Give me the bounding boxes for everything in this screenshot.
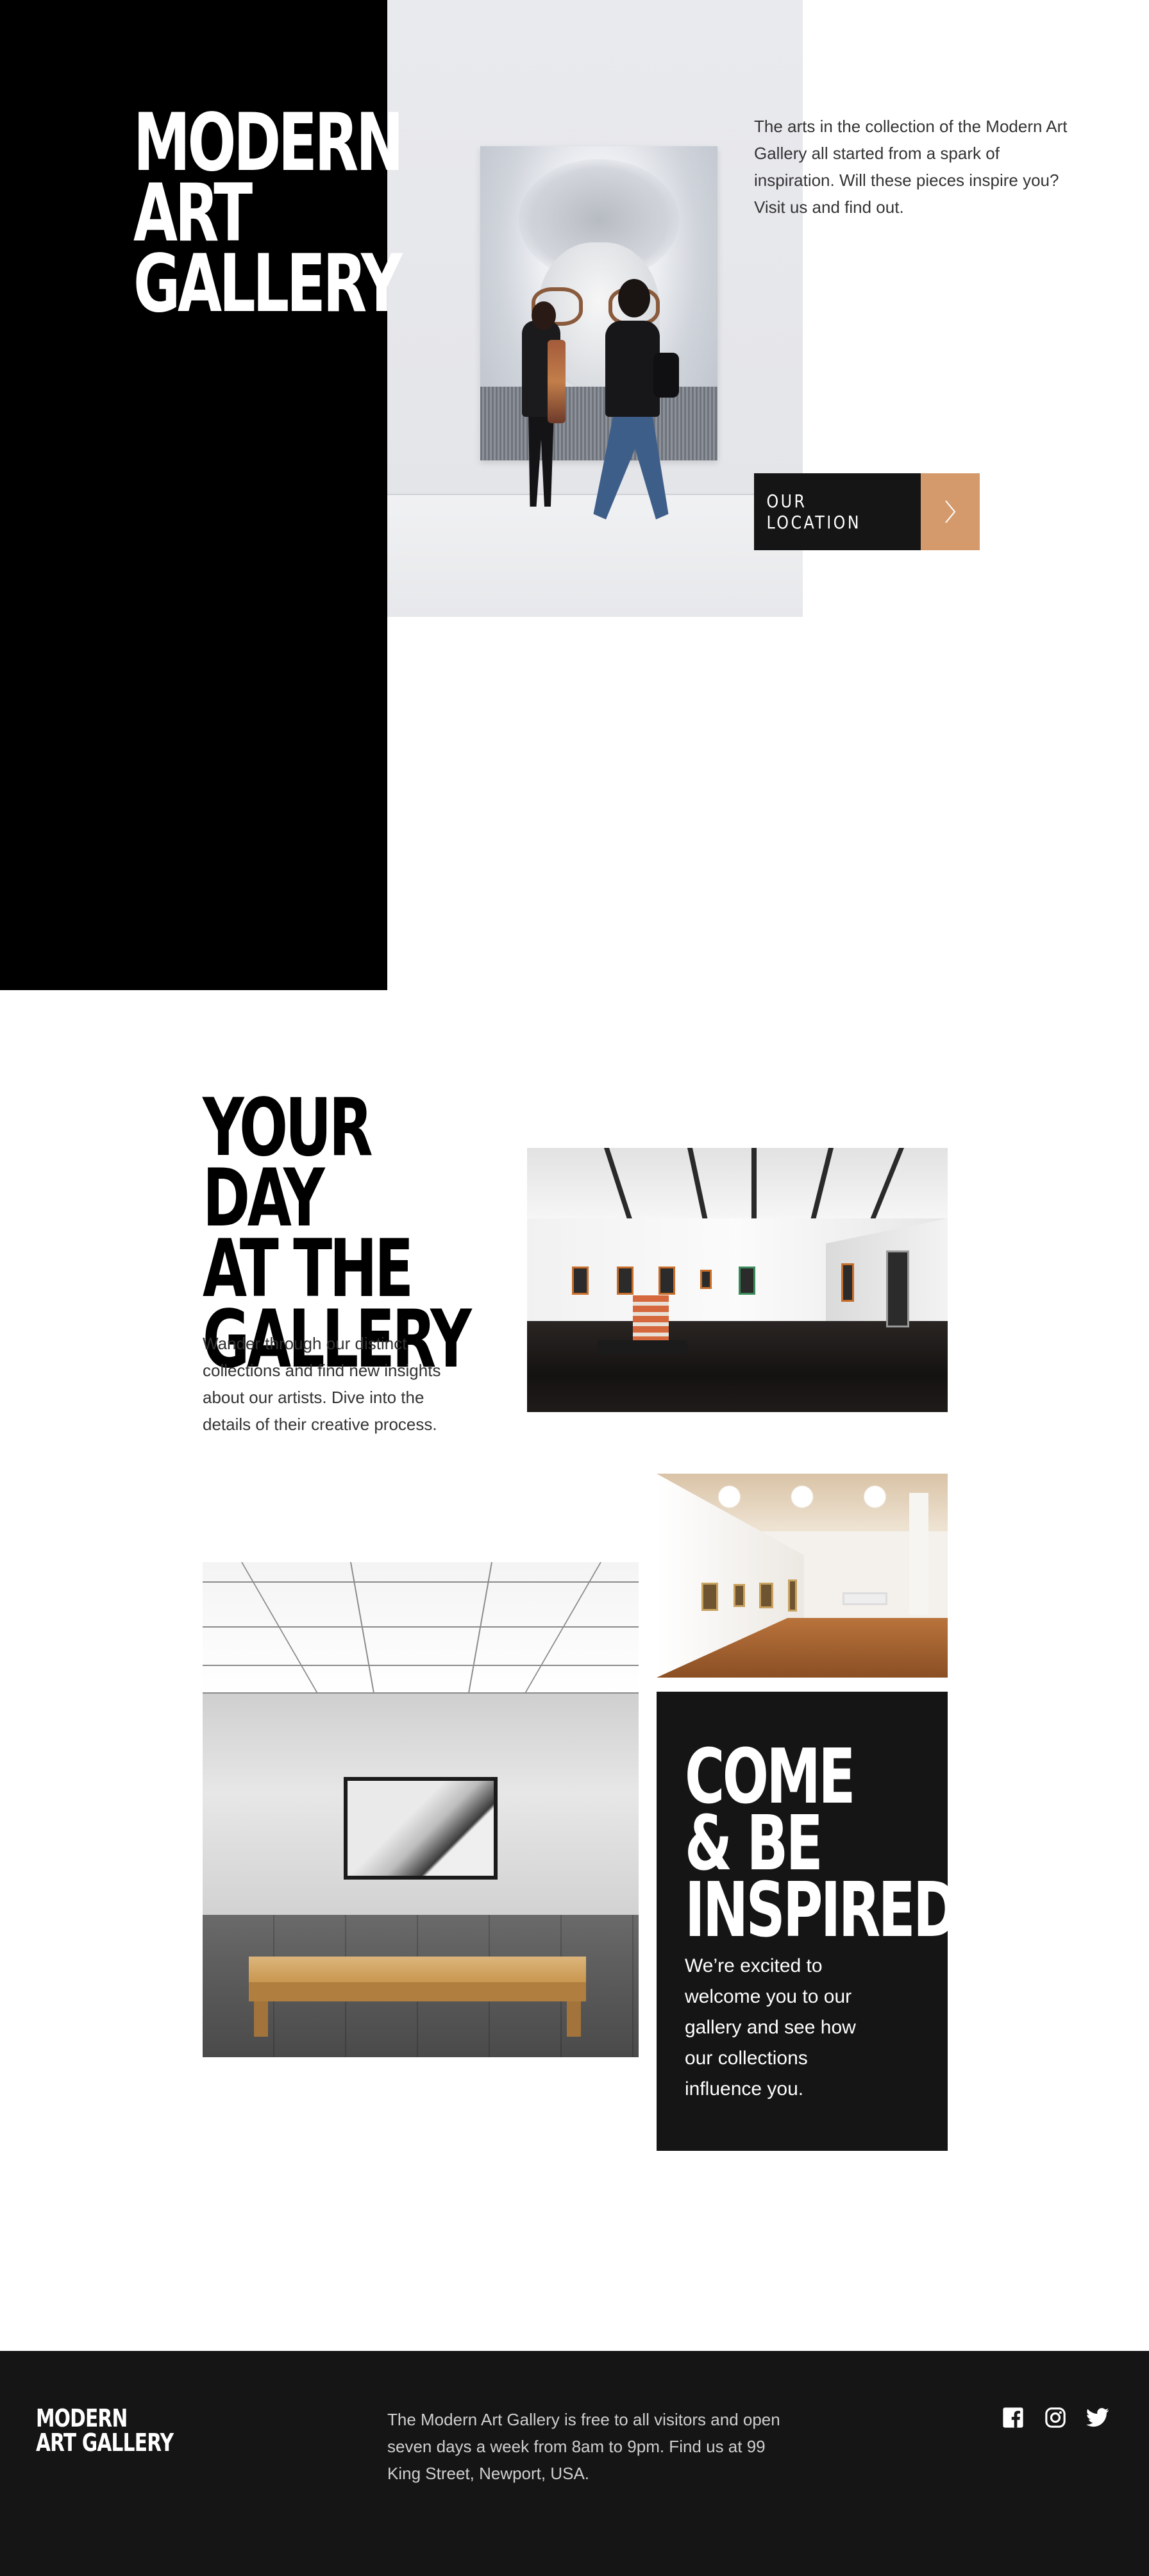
instagram-icon[interactable] xyxy=(1043,2405,1068,2430)
your-day-description: Wander through our distinct collections … xyxy=(203,1334,441,1434)
gallery-photo-dark-floor xyxy=(527,1148,948,1412)
inspired-description: We’re excited to welcome you to our gall… xyxy=(685,1955,856,2100)
come-be-inspired-card: COME & BE INSPIRED We’re excited to welc… xyxy=(657,1692,959,2151)
social-links xyxy=(1000,2405,1111,2430)
our-location-button[interactable]: OUR LOCATION xyxy=(754,473,980,550)
hero-description: The arts in the collection of the Modern… xyxy=(754,117,1068,217)
logo-line: MODERN xyxy=(36,2404,128,2432)
footer-info-text: The Modern Art Gallery is free to all vi… xyxy=(387,2410,780,2483)
logo-line: ART GALLERY xyxy=(36,2429,174,2457)
twitter-icon[interactable] xyxy=(1085,2405,1111,2430)
gallery-photo-warm-hall xyxy=(657,1474,948,1678)
section-title-inspired: COME & BE INSPIRED xyxy=(685,1738,959,1954)
our-location-label: OUR LOCATION xyxy=(754,473,921,550)
gallery-photo-bench-room xyxy=(203,1562,639,2057)
title-line: ART GALLERY xyxy=(133,167,403,330)
page-title: MODERN ART GALLERY xyxy=(133,103,457,330)
facebook-icon[interactable] xyxy=(1000,2405,1026,2430)
title-line: INSPIRED xyxy=(685,1865,959,1954)
framed-artwork xyxy=(344,1777,498,1880)
footer-logo[interactable]: MODERN ART GALLERY xyxy=(36,2406,186,2455)
chevron-right-icon xyxy=(921,473,980,550)
title-line: YOUR DAY xyxy=(203,1082,373,1245)
portrait-artwork xyxy=(480,146,717,460)
footer: MODERN ART GALLERY The Modern Art Galler… xyxy=(0,2351,1149,2576)
